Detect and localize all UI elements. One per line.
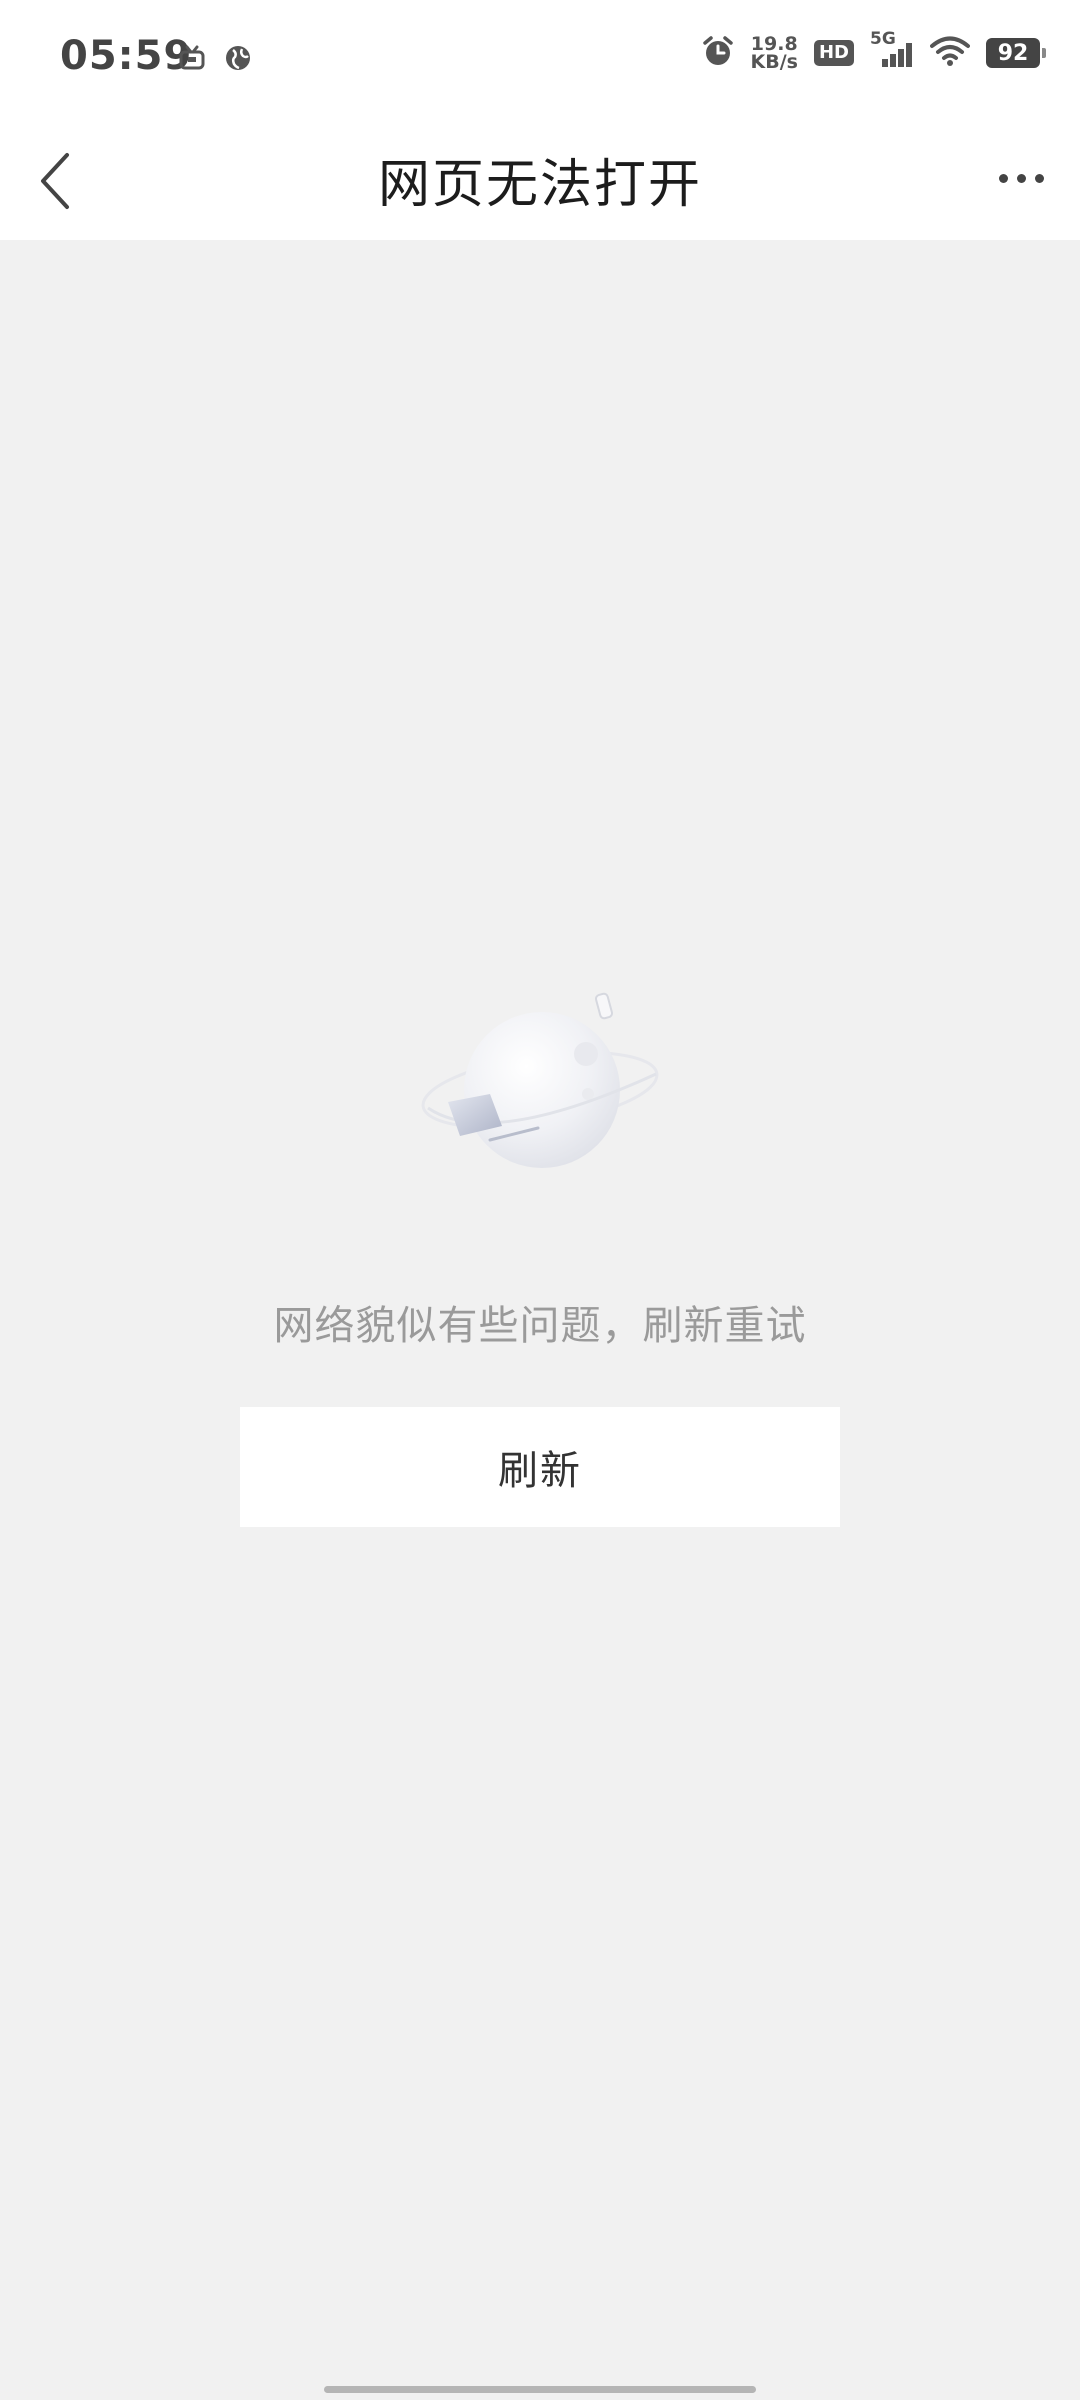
alarm-icon — [701, 34, 735, 72]
more-dots-icon — [998, 173, 1008, 183]
status-left-icons — [176, 42, 254, 74]
more-button[interactable] — [986, 148, 1056, 208]
tv-app-icon — [176, 42, 208, 74]
more-dot — [1016, 173, 1026, 183]
more-dot — [1034, 173, 1044, 183]
globe-icon — [222, 42, 254, 74]
error-message: 网络貌似有些问题，刷新重试 — [273, 1303, 807, 1349]
battery-indicator: 92 — [986, 38, 1046, 68]
status-bar: 05:59 19.8 KB/s HD 5G 92 — [0, 0, 1080, 120]
refresh-button[interactable]: 刷新 — [240, 1407, 840, 1527]
page-title: 网页无法打开 — [377, 155, 702, 215]
network-type-label: 5G — [870, 29, 896, 49]
nav-bar: 网页无法打开 — [0, 120, 1080, 240]
home-indicator[interactable] — [324, 2386, 756, 2393]
hd-badge: HD — [813, 40, 854, 66]
wifi-icon — [930, 35, 970, 71]
network-speed-unit: KB/s — [750, 51, 798, 73]
signal-5g-icon: 5G — [870, 29, 914, 69]
status-right-icons: 19.8 KB/s HD 5G 92 — [701, 29, 1046, 73]
planet-illustration — [420, 990, 660, 1180]
status-time: 05:59 — [60, 33, 193, 79]
network-speed: 19.8 KB/s — [750, 35, 798, 73]
